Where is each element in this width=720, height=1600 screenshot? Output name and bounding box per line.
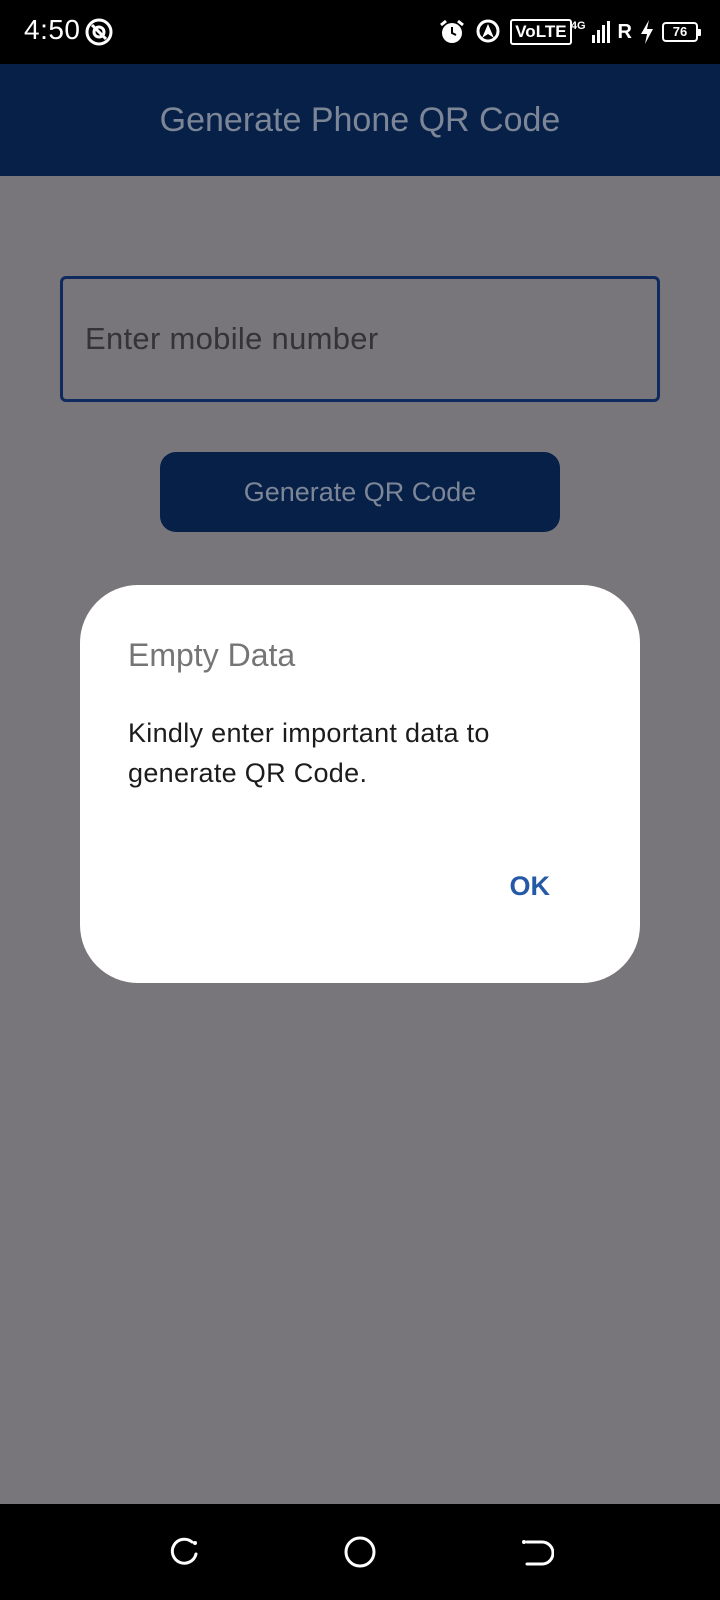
location-icon [476, 19, 500, 43]
roaming-indicator: R [617, 20, 632, 43]
dialog-title: Empty Data [128, 637, 296, 673]
mobile-number-input[interactable]: Enter mobile number [60, 276, 660, 402]
charging-icon [641, 20, 653, 44]
status-bar: 4:50 VoLTE 4G R 76 [0, 0, 720, 64]
dialog-ok-button[interactable]: OK [510, 871, 551, 902]
status-icons: VoLTE 4G R 76 [438, 16, 701, 48]
empty-data-dialog: Empty Data Kindly enter important data t… [80, 585, 640, 983]
recents-icon[interactable] [166, 1534, 202, 1570]
page-title: Generate Phone QR Code [159, 100, 561, 139]
hotspot-icon [85, 18, 113, 46]
network-type: 4G [570, 20, 586, 32]
app-bar: Generate Phone QR Code [0, 64, 720, 176]
signal-icon [591, 21, 610, 43]
dialog-message: Kindly enter important data to generate … [128, 718, 490, 788]
alarm-icon [440, 19, 465, 43]
home-icon[interactable] [342, 1534, 378, 1570]
battery-icon: 76 [662, 22, 701, 42]
generate-qr-button[interactable]: Generate QR Code [160, 452, 560, 532]
volte-badge: VoLTE 4G [510, 19, 586, 45]
navigation-bar [0, 1504, 720, 1600]
status-time: 4:50 [24, 14, 81, 45]
mobile-number-placeholder: Enter mobile number [85, 321, 379, 356]
back-icon[interactable] [518, 1534, 554, 1570]
